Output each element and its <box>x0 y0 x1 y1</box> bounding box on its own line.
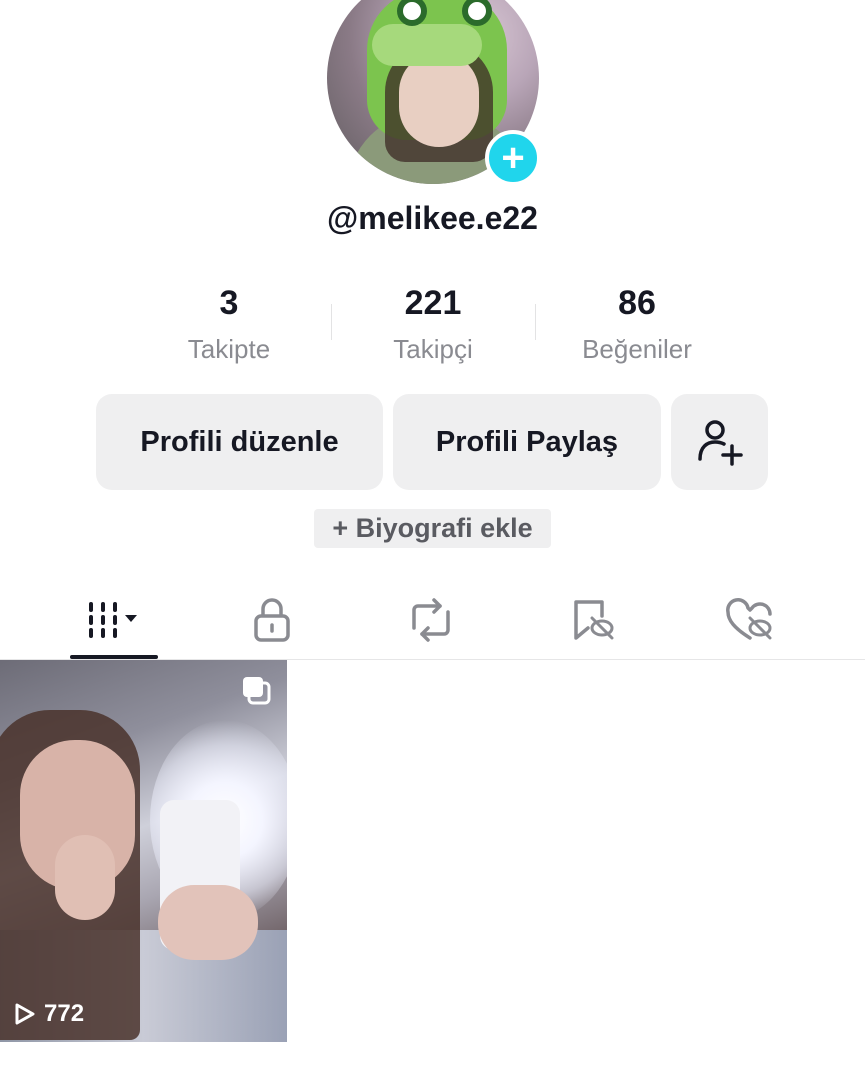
person-plus-icon <box>697 420 743 466</box>
grid-icon <box>89 602 137 638</box>
active-tab-indicator <box>70 655 158 659</box>
stat-label: Beğeniler <box>582 334 692 364</box>
edit-profile-button[interactable]: Profili düzenle <box>96 394 383 490</box>
avatar-face <box>399 52 479 147</box>
stat-label: Takipçi <box>393 334 473 364</box>
stat-likes[interactable]: 86 Beğeniler <box>535 280 739 365</box>
plus-icon: + <box>501 136 525 180</box>
video-thumbnail[interactable]: 772 <box>0 660 287 1042</box>
stat-value: 3 <box>219 284 239 322</box>
avatar-blur-patch <box>372 24 482 66</box>
favorites-hidden-icon <box>574 600 614 640</box>
stat-label: Takipte <box>187 334 271 364</box>
stats-row: 3 Takipte 221 Takipçi 86 Beğeniler <box>127 280 739 365</box>
view-count: 772 <box>14 1000 84 1028</box>
lock-icon <box>254 598 290 642</box>
add-friends-button[interactable] <box>671 394 768 490</box>
repost-icon <box>412 598 450 642</box>
stat-followers[interactable]: 221 Takipçi <box>331 280 535 365</box>
add-story-button[interactable]: + <box>485 130 541 186</box>
thumb-hand <box>158 885 258 960</box>
tab-videos[interactable] <box>64 580 164 660</box>
thumb-hand <box>55 835 115 920</box>
tab-reposts[interactable] <box>381 580 481 660</box>
liked-hidden-icon <box>726 598 772 640</box>
username: @melikee.e22 <box>327 200 538 236</box>
view-count-value: 772 <box>44 1000 85 1027</box>
stat-value: 221 <box>404 284 462 322</box>
stat-divider <box>535 304 536 340</box>
tab-liked[interactable] <box>700 580 800 660</box>
content-tabs <box>0 580 865 660</box>
chevron-down-icon <box>125 615 137 622</box>
stat-following[interactable]: 3 Takipte <box>127 280 331 365</box>
add-bio-button[interactable]: + Biyografi ekle <box>314 509 551 548</box>
play-icon <box>15 1003 35 1025</box>
stat-divider <box>331 304 332 340</box>
multi-image-icon <box>243 677 271 705</box>
tab-private[interactable] <box>222 580 322 660</box>
stat-value: 86 <box>618 284 656 322</box>
share-profile-button[interactable]: Profili Paylaş <box>393 394 661 490</box>
tab-favorites[interactable] <box>543 580 643 660</box>
profile-avatar-container[interactable]: + <box>327 0 541 186</box>
